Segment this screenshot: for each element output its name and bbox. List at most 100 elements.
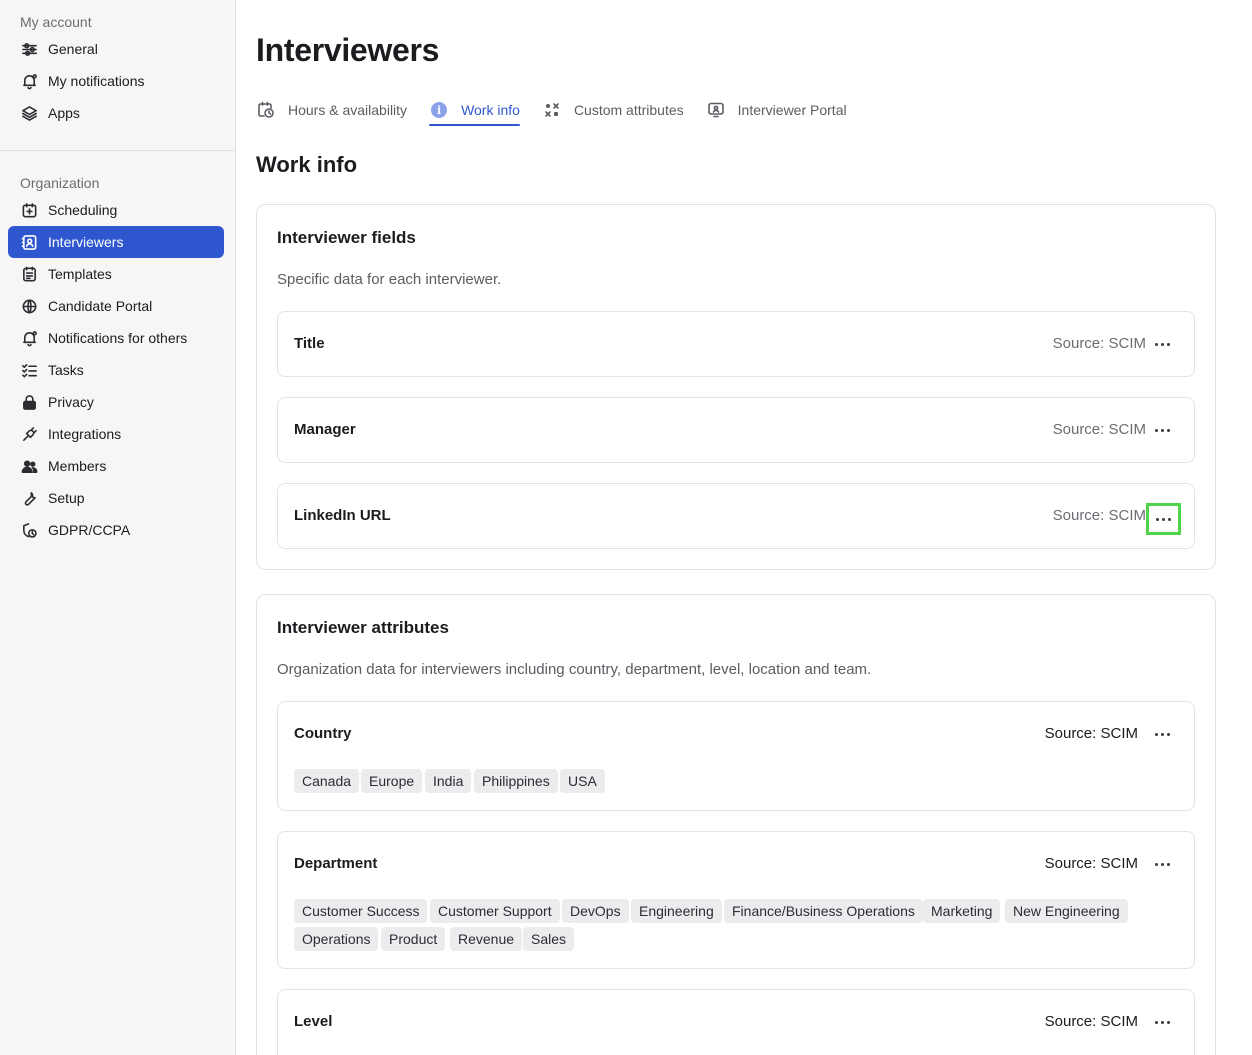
sidebar-item-scheduling[interactable]: Scheduling [8, 194, 224, 226]
sidebar-item-candidate-portal[interactable]: Candidate Portal [8, 290, 224, 322]
field-source: Source: SCIM [1052, 507, 1146, 524]
tab-hours-availability[interactable]: Hours & availability [256, 98, 407, 122]
contact-card-icon [20, 233, 38, 251]
card-description: Organization data for interviewers inclu… [277, 661, 872, 678]
tag-chip: New Engineering [1005, 899, 1128, 923]
sidebar-item-label: Notifications for others [48, 330, 188, 346]
tab-label: Hours & availability [288, 102, 408, 118]
organization-heading: Organization [20, 175, 100, 191]
tab-label: Work info [461, 102, 520, 118]
sidebar-item-integrations[interactable]: Integrations [8, 418, 224, 450]
sidebar-item-label: Tasks [48, 362, 84, 378]
tab-label: Custom attributes [573, 102, 684, 118]
attribute-label: Department [294, 855, 378, 872]
sidebar: My account General My notifications Apps… [0, 0, 236, 1055]
card-title: Interviewer fields [277, 228, 416, 247]
sidebar-item-notifications-for-others[interactable]: Notifications for others [8, 322, 224, 354]
tag-chip: Product [381, 927, 446, 951]
field-row-linkedin-url: LinkedIn URL Source: SCIM [277, 483, 1195, 549]
more-options-button[interactable] [1146, 719, 1178, 749]
tag-chip: Customer Success [294, 899, 428, 923]
sidebar-item-apps[interactable]: Apps [8, 97, 224, 129]
field-row-title: Title Source: SCIM [277, 311, 1195, 377]
field-label: Manager [294, 421, 356, 438]
attribute-row-department: Department Source: SCIM Customer Success… [277, 831, 1195, 969]
globe-icon [20, 297, 38, 315]
lock-icon [20, 393, 38, 411]
section-title: Work info [256, 152, 358, 177]
sidebar-item-label: Integrations [48, 426, 122, 442]
sidebar-item-tasks[interactable]: Tasks [8, 354, 224, 386]
tag-chip: Finance/Business Operations [724, 899, 923, 923]
calendar-plus-icon [20, 201, 38, 219]
tab-custom-attributes[interactable]: Custom attributes [542, 98, 684, 122]
attribute-source: Source: SCIM [1044, 725, 1138, 742]
more-options-button[interactable] [1146, 1007, 1178, 1037]
ellipsis-icon [1154, 428, 1170, 432]
main-content: Interviewers Hours & availability i Work… [236, 0, 1252, 1055]
tab-work-info[interactable]: i Work info [429, 98, 520, 126]
ellipsis-icon [1154, 732, 1170, 736]
sidebar-item-label: Members [48, 458, 107, 474]
tag-chip: Revenue [450, 927, 523, 951]
tab-label: Interviewer Portal [737, 102, 847, 118]
more-options-button[interactable] [1146, 849, 1178, 879]
sidebar-item-label: Setup [48, 490, 85, 506]
sidebar-item-general[interactable]: General [8, 33, 224, 65]
sidebar-item-templates[interactable]: Templates [8, 258, 224, 290]
checklist-icon [20, 361, 38, 379]
bell-icon [20, 72, 38, 90]
ellipsis-icon [1154, 1020, 1170, 1024]
page-title: Interviewers [256, 32, 440, 68]
attribute-row-level: Level Source: SCIM [277, 989, 1195, 1055]
tag-chip: DevOps [562, 899, 629, 923]
card-title: Interviewer attributes [277, 618, 449, 637]
ellipsis-icon [1154, 862, 1170, 866]
sidebar-item-members[interactable]: Members [8, 450, 224, 482]
attribute-label: Country [294, 725, 352, 742]
attribute-label: Level [294, 1013, 333, 1030]
shapes-icon [542, 100, 562, 120]
people-icon [20, 457, 38, 475]
sidebar-item-setup[interactable]: Setup [8, 482, 224, 514]
tag-chip: Sales [523, 927, 575, 951]
interviewer-attributes-card: Interviewer attributes Organization data… [256, 594, 1216, 1055]
field-label: LinkedIn URL [294, 507, 391, 524]
plug-icon [20, 425, 38, 443]
more-options-button[interactable] [1146, 415, 1178, 445]
tab-interviewer-portal[interactable]: Interviewer Portal [706, 98, 847, 122]
attribute-row-country: Country Source: SCIM Canada Europe India… [277, 701, 1195, 811]
tag-chip: Canada [294, 769, 360, 793]
ellipsis-icon [1154, 342, 1170, 346]
monitor-user-icon [706, 100, 726, 120]
info-icon: i [429, 100, 449, 120]
field-row-manager: Manager Source: SCIM [277, 397, 1195, 463]
tag-chip: Engineering [631, 899, 722, 923]
more-options-button[interactable] [1146, 329, 1178, 359]
wrench-icon [20, 489, 38, 507]
sliders-icon [20, 40, 38, 58]
sidebar-item-label: Scheduling [48, 202, 118, 218]
field-source: Source: SCIM [1052, 335, 1146, 352]
card-description: Specific data for each interviewer. [277, 271, 502, 288]
more-options-button[interactable] [1146, 503, 1181, 535]
tab-bar: Hours & availability i Work info Custom … [256, 98, 869, 126]
sidebar-item-my-notifications[interactable]: My notifications [8, 65, 224, 97]
shield-clock-icon [20, 521, 38, 539]
sidebar-item-label: GDPR/CCPA [48, 522, 131, 538]
sidebar-divider [0, 150, 236, 151]
tag-chip: USA [560, 769, 605, 793]
sidebar-item-label: My notifications [48, 73, 145, 89]
ellipsis-icon [1156, 517, 1171, 521]
sidebar-item-gdpr-ccpa[interactable]: GDPR/CCPA [8, 514, 224, 546]
bell-icon [20, 329, 38, 347]
active-tab-indicator [429, 124, 520, 126]
attribute-source: Source: SCIM [1044, 855, 1138, 872]
tag-chip: Customer Support [430, 899, 560, 923]
tag-chip: Europe [361, 769, 423, 793]
sidebar-item-label: Templates [48, 266, 112, 282]
field-source: Source: SCIM [1052, 421, 1146, 438]
sidebar-item-interviewers[interactable]: Interviewers [8, 226, 224, 258]
sidebar-item-privacy[interactable]: Privacy [8, 386, 224, 418]
tag-chip: Marketing [923, 899, 1001, 923]
